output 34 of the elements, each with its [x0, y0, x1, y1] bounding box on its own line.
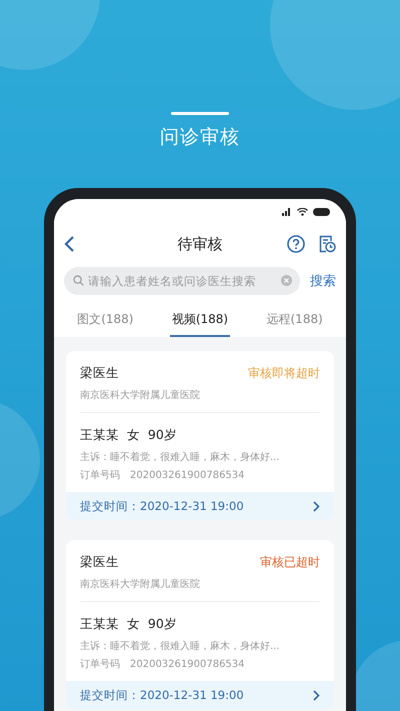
order-number: 202003261900786534 — [130, 470, 245, 480]
document-clock-icon[interactable] — [319, 235, 336, 253]
patient-info: 王某某 女 90岁 — [80, 427, 178, 444]
complaint-text: 主诉：睡不着觉，很难入睡，麻木，身体好... — [80, 450, 281, 464]
help-icon[interactable] — [287, 235, 305, 253]
signal-icon — [282, 208, 292, 216]
tab[interactable]: 远程(188) — [264, 307, 325, 337]
order-label: 订单号码 — [80, 658, 120, 671]
chevron-right-icon — [313, 500, 320, 512]
doctor-name: 梁医生 — [80, 365, 119, 382]
tab[interactable]: 图文(188) — [75, 307, 136, 337]
battery-icon — [313, 208, 330, 216]
hospital-name: 南京医科大学附属儿童医院 — [80, 578, 201, 591]
nav-title: 待审核 — [178, 234, 222, 254]
order-number: 202003261900786534 — [130, 658, 245, 670]
tab[interactable]: 视频(188) — [170, 307, 230, 337]
wifi-icon — [297, 208, 308, 216]
patient-info: 王某某 女 90岁 — [80, 616, 178, 633]
search-field[interactable]: 请输入患者姓名或问诊医生搜索 — [64, 267, 300, 295]
search-icon — [73, 275, 84, 286]
doctor-name: 梁医生 — [80, 554, 119, 571]
page-title: 问诊审核 — [160, 125, 240, 150]
title-underline — [171, 112, 229, 115]
complaint-text: 主诉：睡不着觉，很难入睡，麻木，身体好... — [80, 640, 281, 653]
submit-time: 提交时间：2020-12-31 19:00 — [80, 688, 244, 702]
chevron-right-icon — [313, 690, 320, 700]
search-button[interactable]: 搜索 — [310, 272, 336, 290]
submit-time: 提交时间：2020-12-31 19:00 — [80, 498, 244, 514]
review-status: 审核已超时 — [260, 554, 320, 571]
review-status: 审核即将超时 — [248, 365, 320, 382]
order-label: 订单号码 — [80, 468, 120, 482]
review-card[interactable]: 梁医生 审核即将超时 南京医科大学附属儿童医院 王某某 女 90岁 主诉：睡不着觉，很难入睡，麻木，身体好... 订单号码 202003261900786534 提交时间：2020-12-31 19:00 — [66, 351, 334, 520]
hospital-name: 南京医科大学附属儿童医院 — [80, 388, 201, 402]
review-card[interactable]: 梁医生 审核已超时 南京医科大学附属儿童医院 王某某 女 90岁 主诉：睡不着觉，很难入睡，麻木，身体好... 订单号码 202003261900786534 提交时间：2020-12-31 19:00 — [66, 540, 334, 709]
